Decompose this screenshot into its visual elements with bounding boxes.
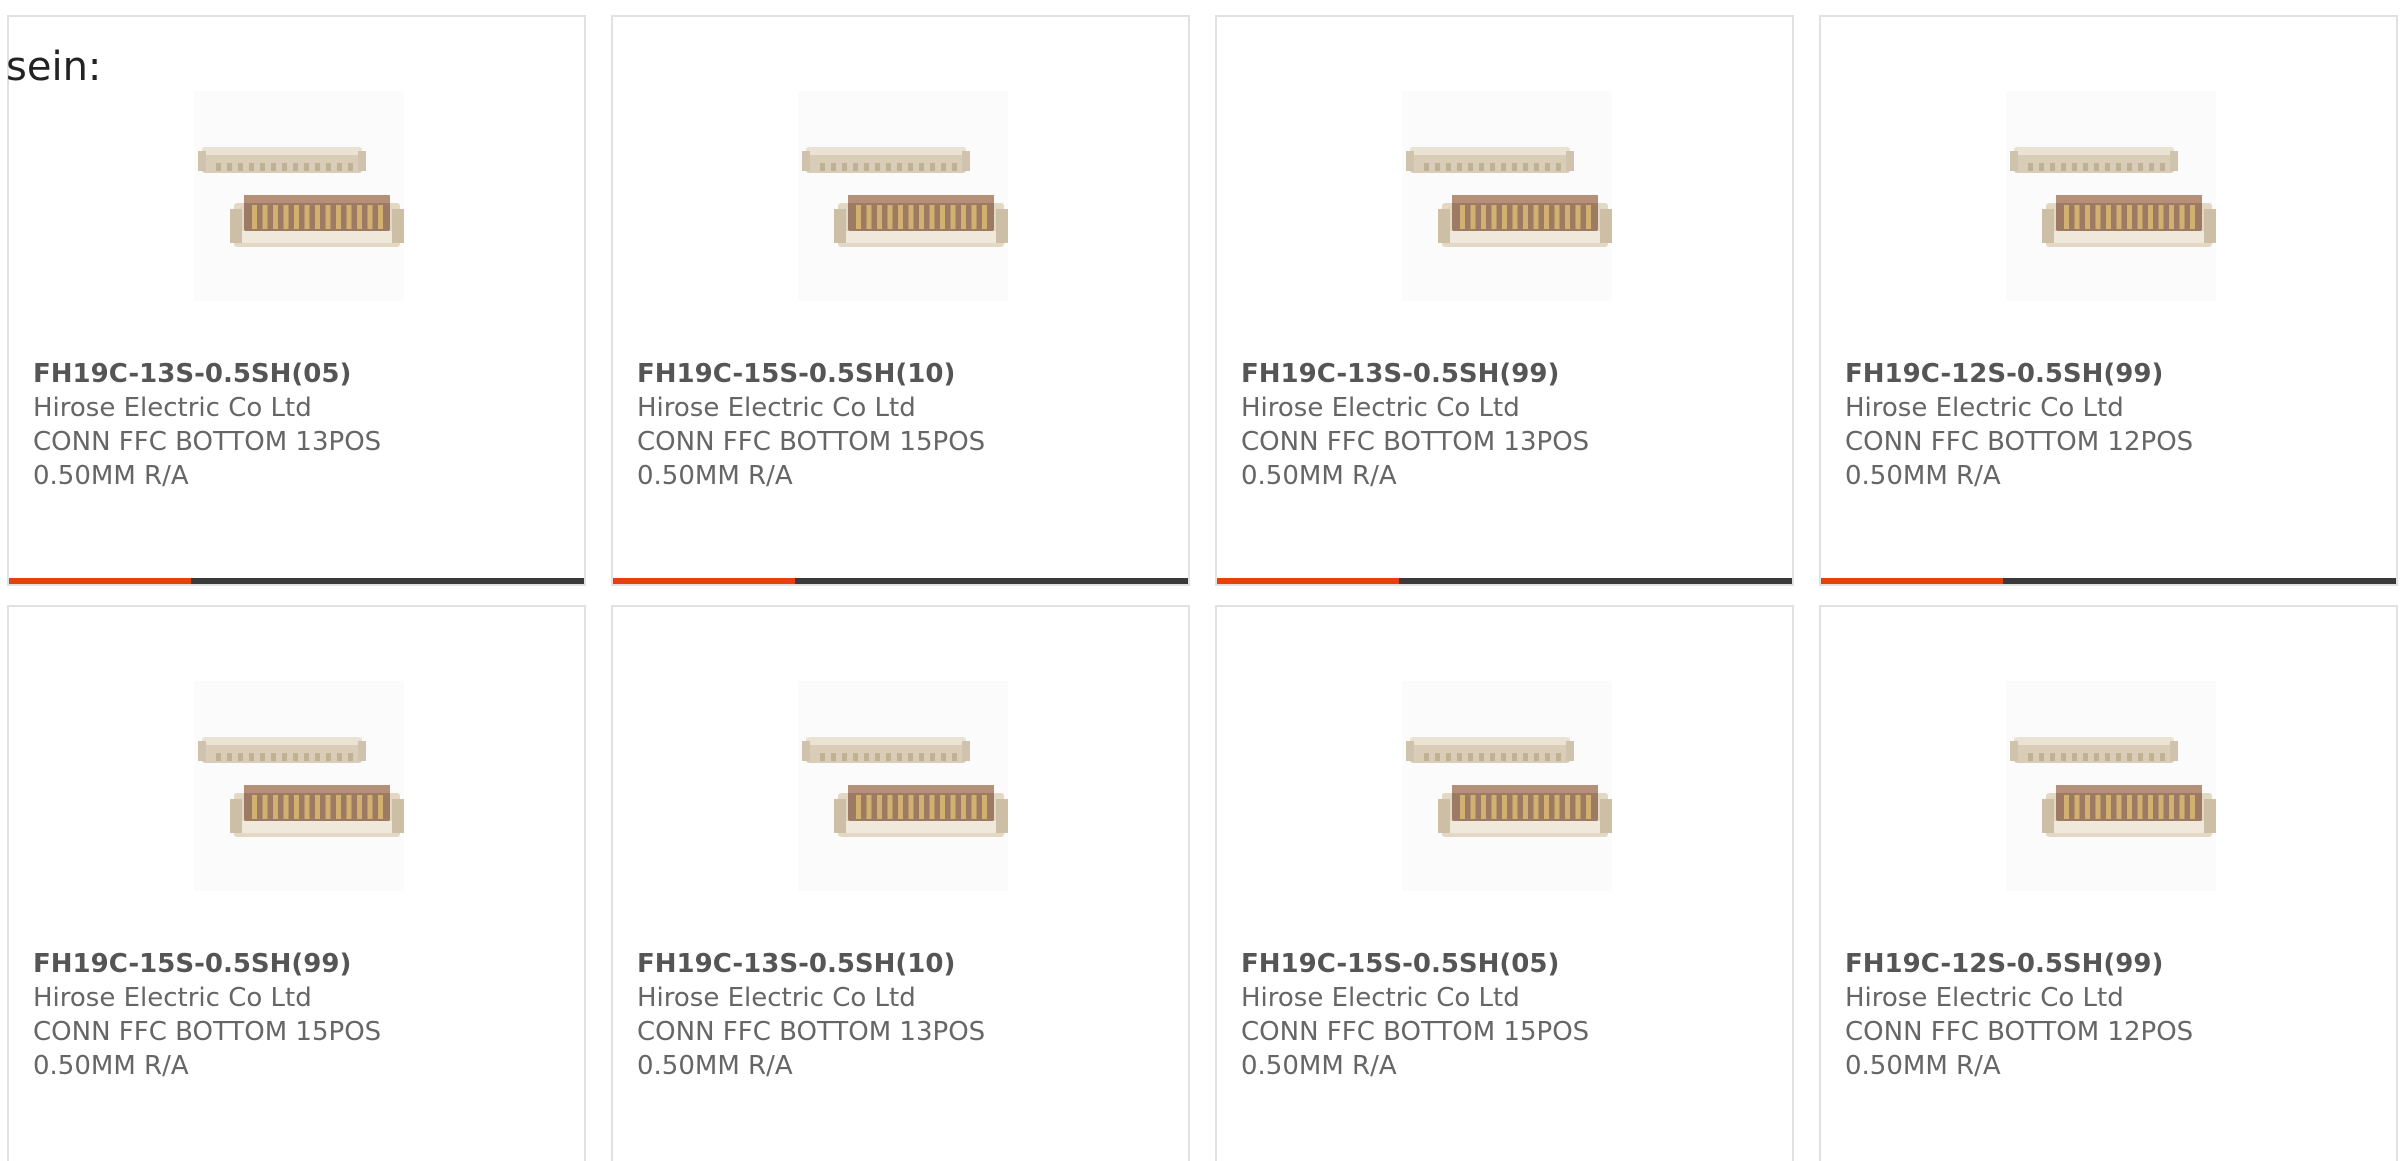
connector-illustration: [802, 147, 1008, 247]
product-part-number[interactable]: FH19C-15S-0.5SH(05): [1241, 947, 1772, 981]
connector-illustration: [1406, 737, 1612, 837]
connector-actuator: [198, 737, 366, 763]
product-description: CONN FFC BOTTOM 15POS: [33, 1017, 382, 1047]
connector-body: [834, 195, 1008, 247]
card-progress-bar: [613, 578, 1188, 584]
connector-illustration: [1406, 147, 1612, 247]
product-manufacturer: Hirose Electric Co Ltd: [637, 393, 916, 423]
product-part-number[interactable]: FH19C-15S-0.5SH(99): [33, 947, 564, 981]
connector-illustration: [2010, 737, 2216, 837]
product-image[interactable]: [1402, 91, 1612, 301]
product-description: CONN FFC BOTTOM 12POS: [1845, 1017, 2194, 1047]
product-part-number[interactable]: FH19C-15S-0.5SH(10): [637, 357, 1168, 391]
product-manufacturer: Hirose Electric Co Ltd: [1845, 983, 2124, 1013]
product-part-number[interactable]: FH19C-12S-0.5SH(99): [1845, 947, 2376, 981]
product-manufacturer: Hirose Electric Co Ltd: [33, 393, 312, 423]
product-description: CONN FFC BOTTOM 15POS: [1241, 1017, 1590, 1047]
connector-body: [1438, 785, 1612, 837]
product-info: FH19C-13S-0.5SH(05) Hirose Electric Co L…: [33, 357, 564, 493]
product-info: FH19C-15S-0.5SH(10) Hirose Electric Co L…: [637, 357, 1168, 493]
product-image[interactable]: [194, 91, 404, 301]
connector-actuator: [1406, 737, 1574, 763]
product-description-cont: 0.50MM R/A: [1845, 461, 2001, 491]
product-card[interactable]: FH19C-13S-0.5SH(10) Hirose Electric Co L…: [611, 605, 1190, 1161]
connector-actuator: [2010, 147, 2178, 173]
product-card[interactable]: FH19C-15S-0.5SH(05) Hirose Electric Co L…: [1215, 605, 1794, 1161]
product-description: CONN FFC BOTTOM 15POS: [637, 427, 986, 457]
intro-text: sein:: [6, 44, 102, 90]
product-description: CONN FFC BOTTOM 13POS: [33, 427, 382, 457]
product-image[interactable]: [798, 91, 1008, 301]
card-progress-accent: [1821, 578, 2003, 584]
page: sein: FH19C-13S-0.5SH(05) Hirose Electri…: [0, 0, 2400, 1161]
connector-body: [2042, 785, 2216, 837]
card-progress-bar: [1821, 578, 2396, 584]
product-description: CONN FFC BOTTOM 13POS: [1241, 427, 1590, 457]
connector-actuator: [802, 147, 970, 173]
card-progress-bar: [9, 578, 584, 584]
connector-actuator: [1406, 147, 1574, 173]
product-manufacturer: Hirose Electric Co Ltd: [1241, 393, 1520, 423]
product-image[interactable]: [194, 681, 404, 891]
product-info: FH19C-13S-0.5SH(10) Hirose Electric Co L…: [637, 947, 1168, 1083]
connector-body: [2042, 195, 2216, 247]
connector-illustration: [198, 147, 404, 247]
product-description-cont: 0.50MM R/A: [33, 1051, 189, 1081]
product-description: CONN FFC BOTTOM 12POS: [1845, 427, 2194, 457]
product-card[interactable]: FH19C-15S-0.5SH(99) Hirose Electric Co L…: [7, 605, 586, 1161]
connector-illustration: [802, 737, 1008, 837]
product-part-number[interactable]: FH19C-13S-0.5SH(05): [33, 357, 564, 391]
product-part-number[interactable]: FH19C-13S-0.5SH(10): [637, 947, 1168, 981]
product-card[interactable]: FH19C-13S-0.5SH(05) Hirose Electric Co L…: [7, 15, 586, 586]
product-image[interactable]: [2006, 681, 2216, 891]
product-description-cont: 0.50MM R/A: [1241, 461, 1397, 491]
product-manufacturer: Hirose Electric Co Ltd: [1845, 393, 2124, 423]
connector-illustration: [198, 737, 404, 837]
product-grid: FH19C-13S-0.5SH(05) Hirose Electric Co L…: [7, 15, 2398, 1161]
product-manufacturer: Hirose Electric Co Ltd: [637, 983, 916, 1013]
product-info: FH19C-15S-0.5SH(99) Hirose Electric Co L…: [33, 947, 564, 1083]
connector-actuator: [802, 737, 970, 763]
product-info: FH19C-13S-0.5SH(99) Hirose Electric Co L…: [1241, 357, 1772, 493]
product-manufacturer: Hirose Electric Co Ltd: [33, 983, 312, 1013]
product-description: CONN FFC BOTTOM 13POS: [637, 1017, 986, 1047]
product-info: FH19C-15S-0.5SH(05) Hirose Electric Co L…: [1241, 947, 1772, 1083]
product-card[interactable]: FH19C-12S-0.5SH(99) Hirose Electric Co L…: [1819, 15, 2398, 586]
card-progress-accent: [1217, 578, 1399, 584]
card-progress-accent: [613, 578, 795, 584]
connector-body: [1438, 195, 1612, 247]
connector-body: [834, 785, 1008, 837]
product-part-number[interactable]: FH19C-12S-0.5SH(99): [1845, 357, 2376, 391]
card-progress-accent: [9, 578, 191, 584]
product-card[interactable]: FH19C-12S-0.5SH(99) Hirose Electric Co L…: [1819, 605, 2398, 1161]
product-image[interactable]: [1402, 681, 1612, 891]
product-info: FH19C-12S-0.5SH(99) Hirose Electric Co L…: [1845, 947, 2376, 1083]
product-card[interactable]: FH19C-15S-0.5SH(10) Hirose Electric Co L…: [611, 15, 1190, 586]
product-manufacturer: Hirose Electric Co Ltd: [1241, 983, 1520, 1013]
product-description-cont: 0.50MM R/A: [1845, 1051, 2001, 1081]
product-image[interactable]: [2006, 91, 2216, 301]
product-card[interactable]: FH19C-13S-0.5SH(99) Hirose Electric Co L…: [1215, 15, 1794, 586]
product-image[interactable]: [798, 681, 1008, 891]
connector-actuator: [2010, 737, 2178, 763]
connector-body: [230, 195, 404, 247]
connector-actuator: [198, 147, 366, 173]
connector-body: [230, 785, 404, 837]
product-part-number[interactable]: FH19C-13S-0.5SH(99): [1241, 357, 1772, 391]
product-description-cont: 0.50MM R/A: [637, 461, 793, 491]
product-info: FH19C-12S-0.5SH(99) Hirose Electric Co L…: [1845, 357, 2376, 493]
card-progress-bar: [1217, 578, 1792, 584]
product-description-cont: 0.50MM R/A: [637, 1051, 793, 1081]
connector-illustration: [2010, 147, 2216, 247]
product-description-cont: 0.50MM R/A: [33, 461, 189, 491]
product-description-cont: 0.50MM R/A: [1241, 1051, 1397, 1081]
